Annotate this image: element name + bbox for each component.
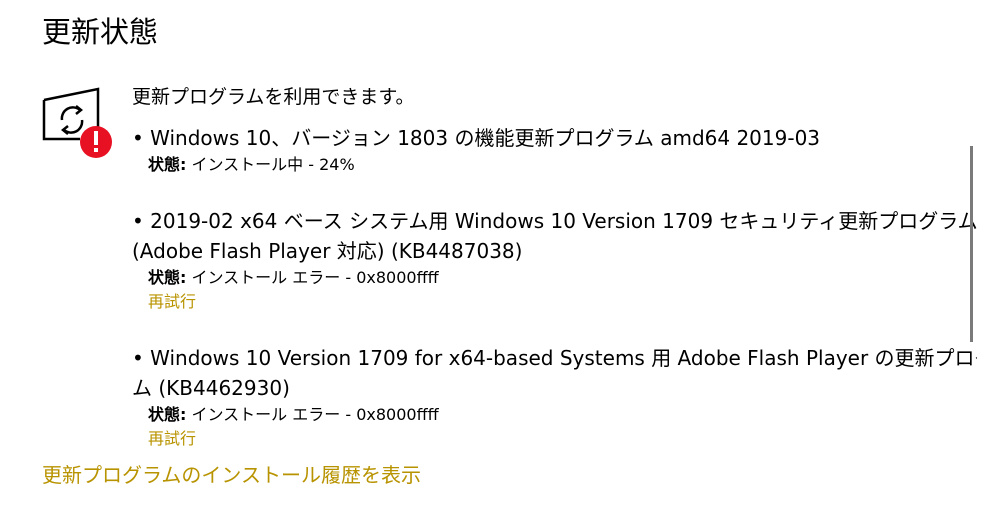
status-label: 状態: <box>148 155 187 174</box>
page-title: 更新状態 <box>42 15 159 49</box>
update-item-3: • Windows 10 Version 1709 for x64-based … <box>132 343 977 451</box>
update-status: 状態: インストール中 - 24% <box>148 153 977 177</box>
retry-link[interactable]: 再試行 <box>148 427 977 451</box>
retry-link[interactable]: 再試行 <box>148 290 977 314</box>
updates-available-text: 更新プログラムを利用できます。 <box>132 86 415 108</box>
status-value: インストール エラー - 0x8000ffff <box>186 268 439 287</box>
windows-update-page: 更新状態 更新プログラムを利用できます。 • Windows 10、バージョン … <box>0 0 1003 508</box>
update-title-continuation: (Adobe Flash Player 対応) (KB4487038) <box>132 239 523 263</box>
status-value: インストール中 - 24% <box>186 155 355 174</box>
update-title: • Windows 10、バージョン 1803 の機能更新プログラム amd64… <box>132 126 821 150</box>
status-label: 状態: <box>148 405 187 424</box>
update-title: • 2019-02 x64 ベース システム用 Windows 10 Versi… <box>132 209 977 233</box>
update-title: • Windows 10 Version 1709 for x64-based … <box>132 346 977 370</box>
update-item-1: • Windows 10、バージョン 1803 の機能更新プログラム amd64… <box>132 123 977 177</box>
scrollbar[interactable] <box>970 146 973 342</box>
update-status: 状態: インストール エラー - 0x8000ffff <box>148 403 977 427</box>
update-title-continuation: ム (KB4462930) <box>132 376 290 400</box>
status-value: インストール エラー - 0x8000ffff <box>186 405 439 424</box>
update-item-2: • 2019-02 x64 ベース システム用 Windows 10 Versi… <box>132 206 977 314</box>
status-label: 状態: <box>148 268 187 287</box>
update-content: 更新プログラムを利用できます。 • Windows 10、バージョン 1803 … <box>132 84 977 451</box>
sync-warning-icon <box>40 84 116 160</box>
update-status: 状態: インストール エラー - 0x8000ffff <box>148 266 977 290</box>
update-history-link[interactable]: 更新プログラムのインストール履歴を表示 <box>42 461 421 489</box>
